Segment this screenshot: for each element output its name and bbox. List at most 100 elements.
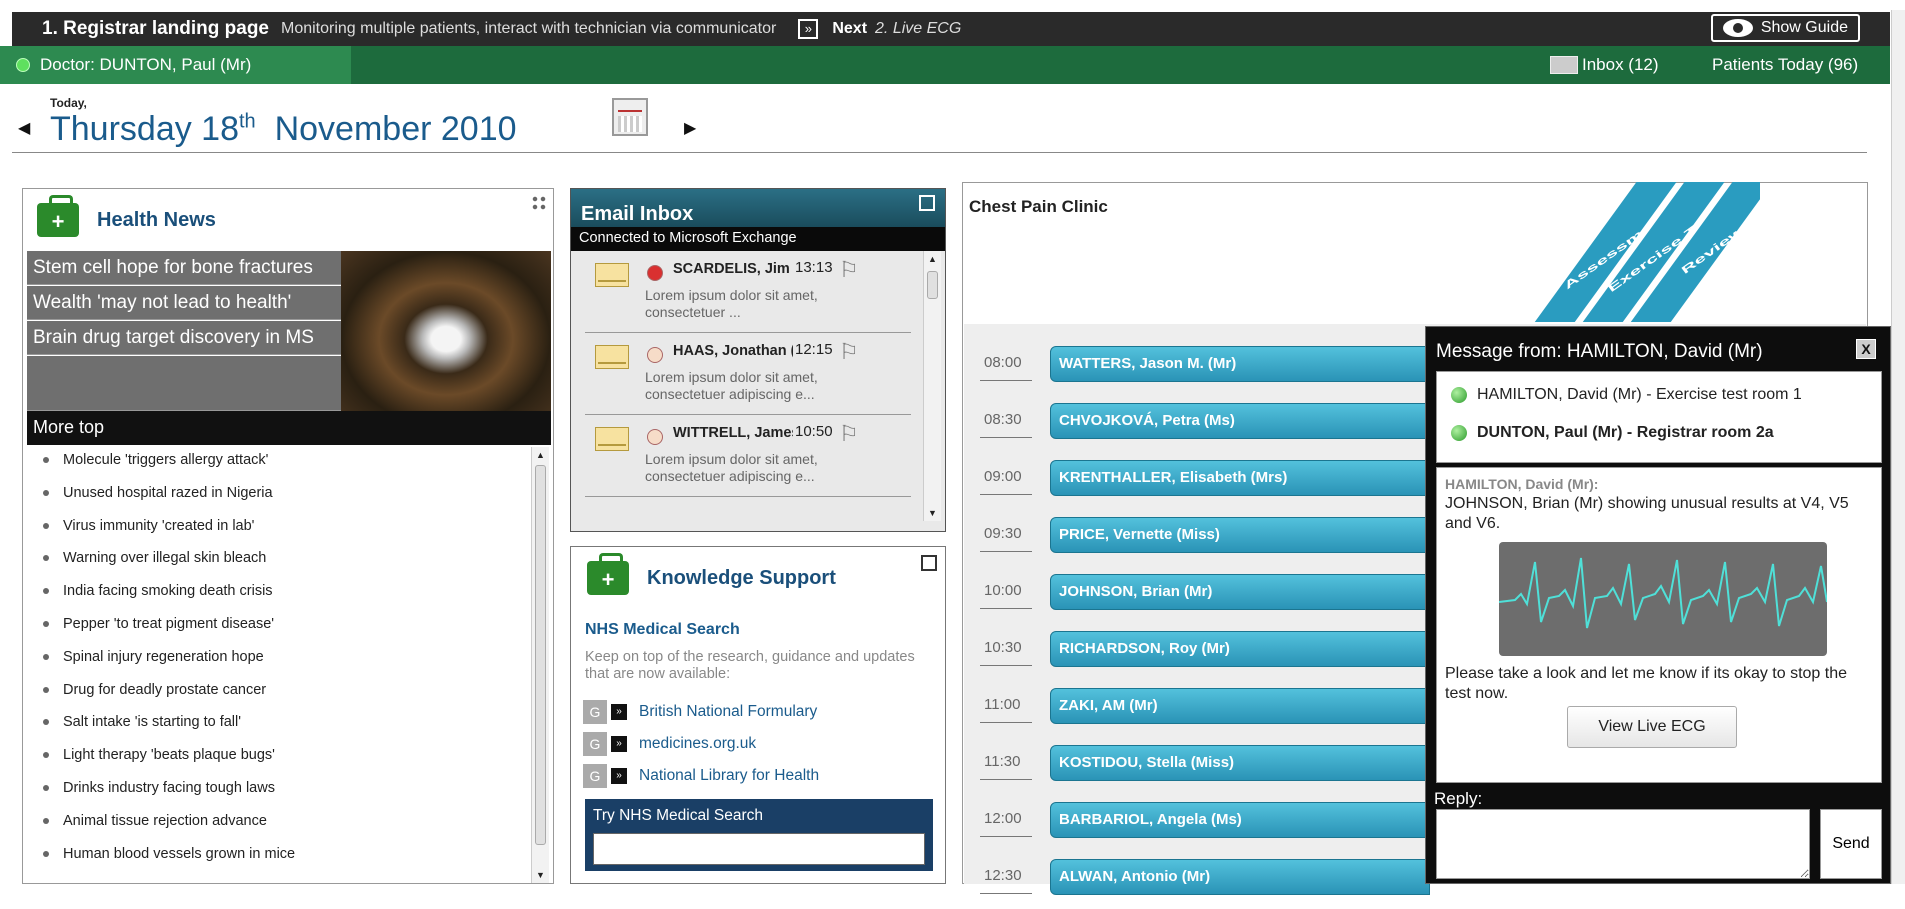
- headline-item[interactable]: Wealth 'may not lead to health': [27, 286, 341, 320]
- next-step-link[interactable]: 2. Live ECG: [875, 20, 961, 38]
- online-status-icon: [1451, 387, 1467, 403]
- message-sender: HAMILTON, David (Mr):: [1445, 476, 1599, 492]
- reply-input[interactable]: [1436, 809, 1810, 879]
- email-time: 13:13: [795, 259, 833, 276]
- news-item[interactable]: Light therapy 'beats plaque bugs': [27, 746, 527, 779]
- email-item[interactable]: HAAS, Jonathan (Mr) 12:15 ⚐ Lorem ipsum …: [585, 333, 911, 415]
- send-button[interactable]: Send: [1820, 809, 1882, 879]
- scroll-thumb[interactable]: [535, 465, 546, 845]
- news-item[interactable]: Molecule 'triggers allergy attack': [27, 451, 527, 484]
- ecg-trace-image[interactable]: [1498, 542, 1828, 656]
- email-scrollbar[interactable]: ▲ ▼: [923, 251, 941, 521]
- participant-room: Exercise test room 1: [1655, 386, 1802, 403]
- scroll-thumb[interactable]: [927, 271, 938, 299]
- online-status-icon: [16, 58, 30, 72]
- patient-bar[interactable]: CHVOJKOVÁ, Petra (Ms): [1050, 403, 1430, 439]
- doctor-bar: Doctor: DUNTON, Paul (Mr) Inbox (12) Pat…: [0, 46, 1890, 84]
- maximize-icon[interactable]: [919, 195, 935, 211]
- g-icon: G: [583, 732, 607, 756]
- patient-bar[interactable]: BARBARIOL, Angela (Ms): [1050, 802, 1430, 838]
- show-guide-button[interactable]: Show Guide: [1710, 14, 1860, 42]
- news-item[interactable]: Human blood vessels grown in mice: [27, 845, 527, 878]
- current-date: Thursday 18th November 2010: [50, 110, 517, 149]
- link-british-national-formulary[interactable]: G» British National Formulary: [583, 699, 817, 725]
- prev-day-arrow-icon[interactable]: ◀: [18, 118, 30, 138]
- news-item[interactable]: Animal tissue rejection advance: [27, 812, 527, 845]
- news-item[interactable]: Unused hospital razed in Nigeria: [27, 484, 527, 517]
- inbox-count: Inbox (12): [1582, 55, 1659, 74]
- skip-forward-icon[interactable]: »: [798, 19, 819, 39]
- appointment-slot: 10:00 JOHNSON, Brian (Mr): [964, 568, 1430, 624]
- grid-view-icon[interactable]: [531, 195, 547, 211]
- email-item[interactable]: WITTRELL, James (Mr) 10:50 ⚐ Lorem ipsum…: [585, 415, 911, 497]
- slot-time: 09:30: [984, 525, 1022, 542]
- flag-icon[interactable]: ⚐: [839, 339, 859, 365]
- view-live-ecg-button[interactable]: View Live ECG: [1567, 706, 1737, 748]
- envelope-icon: [595, 263, 629, 287]
- medical-bag-icon: [37, 195, 79, 237]
- news-item[interactable]: Salt intake 'is starting to fall': [27, 713, 527, 746]
- patients-today-link[interactable]: Patients Today (96): [1712, 55, 1858, 75]
- scroll-up-icon[interactable]: ▲: [924, 251, 941, 267]
- scroll-down-icon[interactable]: ▼: [532, 867, 549, 883]
- nhs-search-input[interactable]: [593, 833, 925, 865]
- maximize-icon[interactable]: [921, 555, 937, 571]
- slot-line: [980, 437, 1032, 438]
- news-item[interactable]: Drinks industry facing tough laws: [27, 779, 527, 812]
- patient-bar[interactable]: KOSTIDOU, Stella (Miss): [1050, 745, 1430, 781]
- calendar-icon[interactable]: [612, 98, 648, 136]
- slot-line: [980, 608, 1032, 609]
- message-text-2: Please take a look and let me know if it…: [1445, 665, 1847, 702]
- patient-bar[interactable]: WATTERS, Jason M. (Mr): [1050, 346, 1430, 382]
- patient-bar[interactable]: ZAKI, AM (Mr): [1050, 688, 1430, 724]
- news-item[interactable]: Virus immunity 'created in lab': [27, 517, 527, 550]
- news-item[interactable]: Pepper 'to treat pigment disease': [27, 615, 527, 648]
- link-medicines-org[interactable]: G» medicines.org.uk: [583, 731, 756, 757]
- patient-bar[interactable]: RICHARDSON, Roy (Mr): [1050, 631, 1430, 667]
- flag-icon[interactable]: ⚐: [839, 421, 859, 447]
- email-inbox-panel: Email Inbox Connected to Microsoft Excha…: [570, 188, 946, 532]
- patient-bar[interactable]: ALWAN, Antonio (Mr): [1050, 859, 1430, 895]
- nhs-description: Keep on top of the research, guidance an…: [585, 649, 915, 682]
- step-subtitle: Monitoring multiple patients, interact w…: [281, 20, 777, 37]
- knowledge-support-panel: Knowledge Support NHS Medical Search Kee…: [570, 546, 946, 884]
- scroll-down-icon[interactable]: ▼: [924, 505, 941, 521]
- knowledge-title: Knowledge Support: [647, 567, 836, 589]
- flag-icon[interactable]: ⚐: [839, 257, 859, 283]
- scroll-up-icon[interactable]: ▲: [532, 447, 549, 463]
- headline-item[interactable]: Stem cell hope for bone fractures: [27, 251, 341, 285]
- patient-bar[interactable]: JOHNSON, Brian (Mr): [1050, 574, 1430, 610]
- headline-filler: [27, 356, 341, 411]
- news-item[interactable]: Spinal injury regeneration hope: [27, 648, 527, 681]
- next-day-arrow-icon[interactable]: ▶: [684, 118, 696, 138]
- email-sender: HAAS, Jonathan (Mr): [673, 343, 793, 359]
- tutorial-bar: 1. Registrar landing page Monitoring mul…: [12, 12, 1890, 46]
- link-label: medicines.org.uk: [639, 735, 757, 752]
- headline-item[interactable]: Brain drug target discovery in MS: [27, 321, 341, 355]
- message-header: Message from: HAMILTON, David (Mr): [1436, 341, 1763, 362]
- next-label[interactable]: Next: [832, 20, 867, 38]
- date-month-year: November 2010: [274, 110, 517, 148]
- email-inbox-title: Email Inbox: [571, 189, 945, 227]
- slot-time: 08:30: [984, 411, 1022, 428]
- email-preview: Lorem ipsum dolor sit amet, consectetuer…: [645, 369, 818, 402]
- status-dot-icon: [647, 265, 663, 281]
- news-item[interactable]: India facing smoking death crisis: [27, 582, 527, 615]
- close-icon[interactable]: X: [1856, 339, 1876, 359]
- patient-bar[interactable]: PRICE, Vernette (Miss): [1050, 517, 1430, 553]
- participant-name: HAMILTON, David (Mr): [1477, 386, 1642, 403]
- divider: [12, 152, 1867, 153]
- slot-time: 11:30: [984, 753, 1021, 770]
- patient-bar[interactable]: KRENTHALLER, Elisabeth (Mrs): [1050, 460, 1430, 496]
- news-item[interactable]: Warning over illegal skin bleach: [27, 549, 527, 582]
- news-image[interactable]: [341, 251, 551, 411]
- email-time: 10:50: [795, 423, 833, 440]
- email-item[interactable]: SCARDELIS, Jim (Mr) 13:13 ⚐ Lorem ipsum …: [585, 251, 911, 333]
- news-scrollbar[interactable]: ▲ ▼: [531, 447, 549, 883]
- appointment-slot: 12:30 ALWAN, Antonio (Mr): [964, 853, 1430, 909]
- news-item[interactable]: Drug for deadly prostate cancer: [27, 681, 527, 714]
- email-sender: SCARDELIS, Jim (Mr): [673, 261, 793, 277]
- news-list: Molecule 'triggers allergy attack' Unuse…: [27, 451, 527, 877]
- link-national-library[interactable]: G» National Library for Health: [583, 763, 819, 789]
- inbox-link[interactable]: Inbox (12): [1550, 55, 1659, 75]
